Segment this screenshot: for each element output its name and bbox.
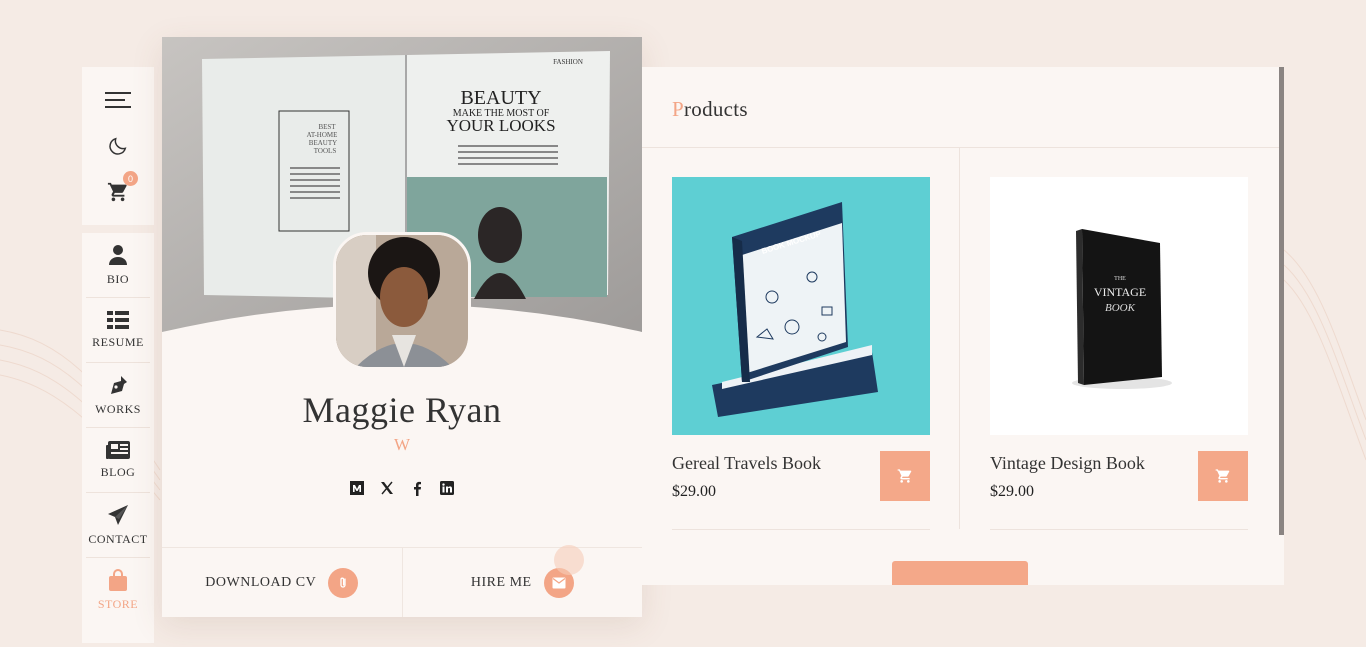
product-image[interactable]: THE VINTAGE BOOK xyxy=(990,177,1248,435)
nav-item-works[interactable]: WORKS xyxy=(86,363,150,428)
nav-label: BLOG xyxy=(100,464,136,479)
product-name[interactable]: Gereal Travels Book xyxy=(672,453,821,474)
product-card: BOOK MOCKUP Gereal Travels Book $29.00 xyxy=(672,177,930,501)
nav-item-store[interactable]: STORE xyxy=(86,558,150,623)
profile-role: W xyxy=(393,435,411,454)
pen-nib-icon xyxy=(111,375,127,394)
medium-icon xyxy=(350,481,364,495)
divider xyxy=(959,147,960,529)
cover-sidebar-text: BEST xyxy=(318,123,336,131)
add-to-cart-button[interactable] xyxy=(1198,451,1248,501)
download-cv-button[interactable]: DOWNLOAD CV xyxy=(162,548,403,617)
x-icon xyxy=(381,481,393,495)
paperclip-icon xyxy=(328,567,359,598)
dark-mode-toggle[interactable] xyxy=(103,131,133,161)
menu-button[interactable] xyxy=(103,85,133,115)
list-icon xyxy=(107,310,129,329)
panel-scrollbar[interactable] xyxy=(1279,67,1284,535)
facebook-icon xyxy=(414,481,421,496)
cart-icon xyxy=(897,469,912,483)
book-cover-text: BOOK xyxy=(1105,302,1136,314)
nav-item-bio[interactable]: BIO xyxy=(86,233,150,298)
nav-label: STORE xyxy=(97,597,139,611)
cover-sidebar-text: AT-HOME xyxy=(307,131,338,139)
medium-link[interactable] xyxy=(350,481,364,495)
product-image[interactable]: BOOK MOCKUP xyxy=(672,177,930,435)
shopping-bag-icon xyxy=(109,569,127,591)
cart-button[interactable]: 0 xyxy=(103,171,138,207)
nav-label: BIO xyxy=(106,271,130,286)
panel-title-rest: roducts xyxy=(683,97,748,121)
rail-utilities: 0 xyxy=(82,67,154,225)
book-cover-text: THE xyxy=(1114,276,1126,282)
panel-title: Products xyxy=(672,97,748,122)
avatar xyxy=(333,232,471,370)
divider xyxy=(990,529,1248,530)
main-navigation: BIO RESUME WORKS BLOG CONTACT STORE xyxy=(82,233,154,643)
products-panel: Products BOOK MOCKUP Gereal Travels Book… xyxy=(642,67,1284,585)
product-price: $29.00 xyxy=(672,483,716,500)
linkedin-icon xyxy=(440,481,454,495)
hamburger-icon xyxy=(105,92,131,108)
cart-count-badge: 0 xyxy=(123,171,138,186)
profile-card: BEAUTY MAKE THE MOST OF YOUR LOOKS FASHI… xyxy=(162,37,642,617)
download-cv-label: DOWNLOAD CV xyxy=(205,574,317,590)
product-card: THE VINTAGE BOOK Vintage Design Book $29… xyxy=(990,177,1248,501)
cover-sidebar-text: TOOLS xyxy=(314,147,337,155)
hire-me-button[interactable]: HIRE ME xyxy=(403,548,643,617)
cover-sidebar-text: BEAUTY xyxy=(309,139,337,147)
cover-subline: YOUR LOOKS xyxy=(446,116,555,135)
book-cover-text: VINTAGE xyxy=(1094,285,1146,299)
divider xyxy=(672,529,930,530)
hire-me-label: HIRE ME xyxy=(470,574,532,590)
product-price: $29.00 xyxy=(990,483,1034,500)
nav-label: RESUME xyxy=(92,334,144,349)
load-more-button[interactable] xyxy=(892,561,1028,585)
cover-tag: FASHION xyxy=(553,58,583,66)
facebook-link[interactable] xyxy=(410,481,424,496)
linkedin-link[interactable] xyxy=(440,481,454,495)
product-name[interactable]: Vintage Design Book xyxy=(990,453,1145,474)
newspaper-icon xyxy=(106,440,130,459)
moon-icon xyxy=(109,137,127,155)
user-icon xyxy=(109,244,127,265)
paper-plane-icon xyxy=(108,504,128,525)
nav-label: CONTACT xyxy=(88,531,148,546)
profile-name: Maggie Ryan xyxy=(302,390,502,430)
x-link[interactable] xyxy=(380,481,394,495)
social-links xyxy=(162,481,642,496)
cover-headline: BEAUTY xyxy=(460,87,541,109)
divider xyxy=(642,147,1279,148)
nav-item-contact[interactable]: CONTACT xyxy=(86,493,150,558)
add-to-cart-button[interactable] xyxy=(880,451,930,501)
nav-item-blog[interactable]: BLOG xyxy=(86,428,150,493)
decorative-dot xyxy=(554,545,584,575)
cart-icon xyxy=(1215,469,1230,483)
nav-item-resume[interactable]: RESUME xyxy=(86,298,150,363)
panel-title-initial: P xyxy=(672,97,684,121)
nav-label: WORKS xyxy=(95,401,141,416)
